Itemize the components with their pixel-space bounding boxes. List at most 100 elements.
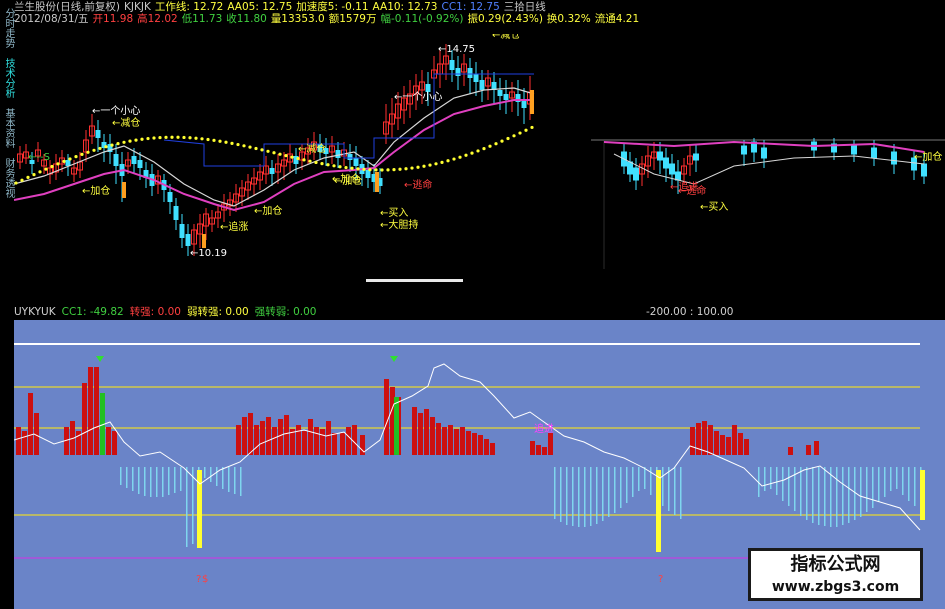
indicator-bar-positive [708,425,713,455]
candle-body [891,151,897,165]
indicator-bar-positive [536,445,541,455]
indicator-bar-negative [806,467,808,520]
ma-dot [428,163,432,167]
ma-dot [200,137,204,141]
scroll-handle[interactable] [366,279,463,282]
indicator-bar-positive [732,425,737,455]
indicator-bar-negative [596,467,598,524]
price-annotation: ←买入 [380,207,408,219]
candle-body [455,68,461,76]
indicator-bar-positive [430,417,435,455]
sidebar-tab-fundamentals[interactable]: 基本资料 [0,104,14,152]
header-low: 低11.73 [181,13,223,25]
indicator-bar-negative [632,467,634,497]
indicator-bar-positive [28,393,33,455]
ma-dot [194,136,198,140]
ind-cc1: CC1: -49.82 [61,306,124,318]
indicator-bar-negative [168,467,170,495]
ind-weak-to-strong: 弱转强: 0.00 [186,306,249,318]
ma-dot [386,168,390,172]
indicator-bar-negative [662,467,664,506]
highlight-candle [530,90,534,114]
indicator-bar-positive [272,427,277,455]
indicator-bar-negative [126,467,128,488]
indicator-bar-negative [914,467,916,506]
ma-dot [314,160,318,165]
indicator-bar-positive [296,425,301,455]
price-annotation: ←10.19 [190,248,227,259]
indicator-bar-negative [824,467,826,526]
ind-range: -200.00 : 100.00 [646,306,734,318]
indicator-bar-positive [696,423,701,455]
indicator-bar-negative [174,467,176,493]
indicator-bar-negative [602,467,604,521]
ma-dot [206,137,210,142]
price-chart[interactable]: ←一个小心←减仓←--S←加仓←10.19←追涨←加仓←减仓←加仓←加仓←14.… [14,34,945,306]
indicator-bar-negative [668,467,670,511]
ma-dot [116,142,120,146]
indicator-bar-positive [424,409,429,455]
indicator-bar-negative [902,467,904,495]
indicator-bar-negative [680,467,682,519]
indicator-bar-positive [744,439,749,455]
indicator-bar-negative [150,467,152,497]
indicator-bar-negative [192,467,194,544]
ma-dot [476,149,480,153]
price-annotation: ←--S [28,152,50,163]
indicator-bar-negative [782,467,784,501]
ma-dot [230,141,234,145]
indicator-bar-negative [590,467,592,526]
ind-name: UYKYUK [14,306,56,318]
indicator-bar-negative [626,467,628,503]
indicator-bar-positive [88,367,93,455]
ma-dot [338,165,342,169]
candle-body [95,130,101,138]
ma-dot [248,145,252,149]
header-amount: 额1579万 [328,13,377,25]
ma-dot [530,125,534,130]
indicator-bar-positive [346,427,351,455]
ma-dot [500,139,504,143]
ma-dot [518,131,522,135]
ma-dot [380,168,384,172]
ma-dot [104,145,108,149]
ma-dot [128,139,132,143]
ma-dot [254,146,258,151]
ma-dot [92,148,96,152]
candle-body [467,68,473,78]
ma-dot [290,155,294,159]
indicator-bar-negative [890,467,892,491]
indicator-bar-positive [720,435,725,455]
ma-dot [212,138,216,142]
indicator-bar-positive [412,407,417,455]
candle-body [657,151,663,161]
ma-dot [260,148,264,152]
indicator-bar-negative [566,467,568,525]
ma-dot [440,160,444,164]
indicator-bar-negative [162,467,164,497]
indicator-bar-positive [254,425,259,455]
indicator-bar-negative [614,467,616,513]
ma-dot [98,146,102,151]
candle-body [473,74,479,82]
sidebar-tab-finance[interactable]: 财务透视 [0,154,14,202]
sidebar-tab-timeshare[interactable]: 分时走势 [0,4,14,52]
price-annotation: ←一个小心 [394,91,442,103]
indicator-bar-negative [240,467,242,496]
indicator-mark: 追进 [534,422,554,435]
sidebar-tab-technical[interactable]: 技术分析 [0,54,14,102]
ma-dot [224,140,228,144]
indicator-bar-negative [866,467,868,512]
candle-body [179,224,185,238]
candle-body [503,94,509,100]
indicator-bar-positive [814,441,819,455]
ma-dot [404,167,408,171]
indicator-bar-positive [448,425,453,455]
indicator-bar-negative [144,467,146,496]
indicator-bar-positive [352,425,357,455]
candle-body [871,147,877,159]
watermark-title: 指标公式网 [790,554,881,575]
indicator-bar-positive [320,429,325,455]
ma-dot [494,142,498,146]
indicator-bar-positive [82,383,87,455]
